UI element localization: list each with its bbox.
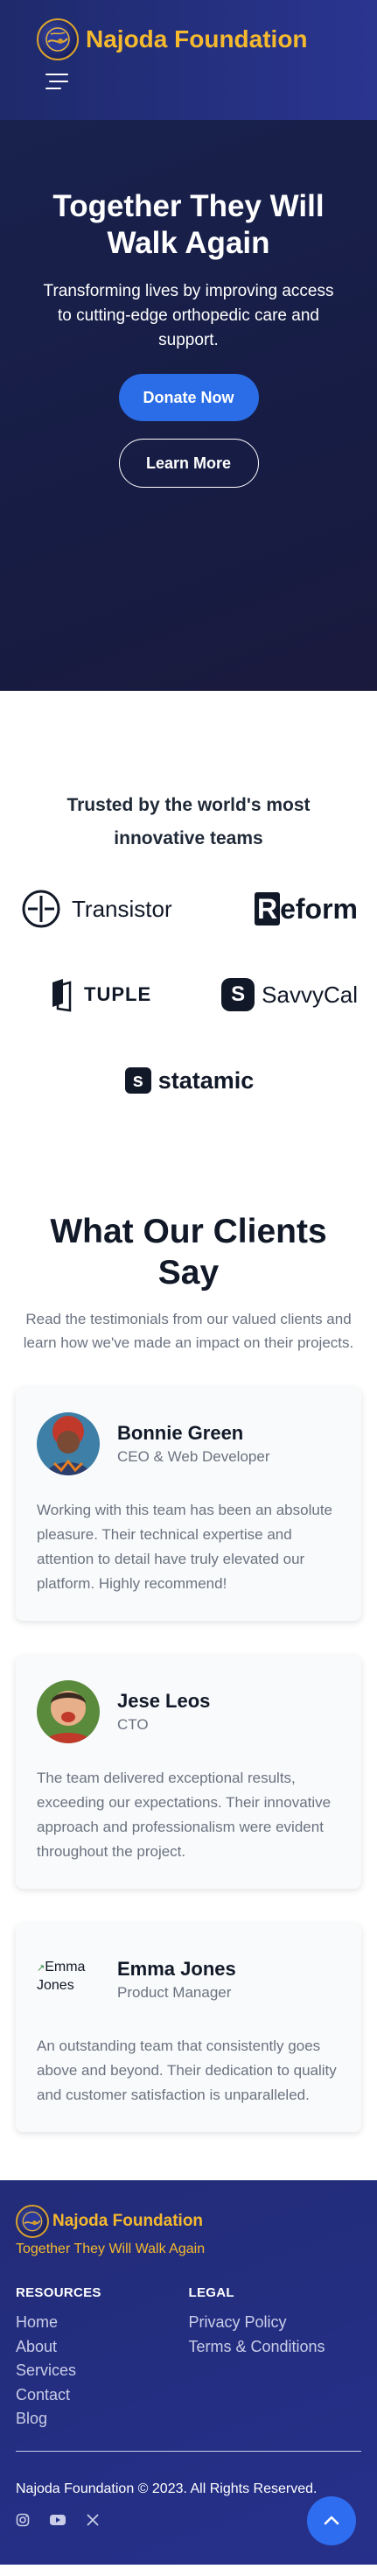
statamic-logo: s statamic	[21, 1059, 358, 1102]
footer-link-contact[interactable]: Contact	[16, 2383, 189, 2408]
footer-brand-name: Najoda Foundation	[52, 2212, 204, 2230]
testimonial-card: Jese Leos CTO The team delivered excepti…	[16, 1656, 361, 1889]
learn-more-button[interactable]: Learn More	[118, 439, 259, 488]
footer-link-blog[interactable]: Blog	[16, 2407, 189, 2432]
testimonial-quote: An outstanding team that consistently go…	[37, 2038, 337, 2103]
broken-image-icon: ↗	[37, 1963, 45, 1974]
hero-section: Together They Will Walk Again Transformi…	[0, 120, 377, 691]
tuple-icon	[52, 979, 72, 1012]
person-role: CTO	[117, 1716, 149, 1733]
copyright: Najoda Foundation © 2023. All Rights Res…	[16, 2481, 318, 2496]
hero-subtitle: Transforming lives by improving access t…	[43, 282, 334, 349]
scroll-to-top-button[interactable]	[307, 2496, 356, 2545]
resources-heading: RESOURCES	[16, 2285, 101, 2300]
testimonial-quote: Working with this team has been an absol…	[37, 1502, 332, 1592]
footer-tagline: Together They Will Walk Again	[16, 2242, 206, 2256]
statamic-icon: s	[124, 1067, 151, 1094]
globe-hand-logo	[16, 2205, 49, 2238]
person-name: Jese Leos	[117, 1690, 211, 1712]
hero-title: Together They Will Walk Again	[52, 189, 325, 260]
footer-link-privacy[interactable]: Privacy Policy	[189, 2311, 362, 2335]
footer-link-terms[interactable]: Terms & Conditions	[189, 2335, 362, 2360]
statamic-wordmark: statamic	[157, 1066, 255, 1094]
transistor-wordmark: Transistor	[72, 895, 172, 922]
tuple-logo: TUPLE	[21, 973, 175, 1017]
avatar-broken-image: ↗Emma Jones	[37, 1948, 100, 2011]
reform-logo: R eform	[213, 887, 358, 931]
testimonial-card: ↗Emma Jones Emma Jones Product Manager A…	[16, 1924, 361, 2132]
footer-link-services[interactable]: Services	[16, 2359, 189, 2383]
person-role: Product Manager	[117, 1984, 232, 2001]
testimonial-quote: The team delivered exceptional results, …	[37, 1770, 332, 1860]
reform-mark: R	[254, 892, 281, 926]
x-icon[interactable]	[86, 2513, 100, 2527]
legal-heading: LEGAL	[188, 2285, 234, 2300]
testimonials-subtitle: Read the testimonials from our valued cl…	[23, 1311, 354, 1351]
avatar-alt-text: Emma Jones	[37, 1960, 86, 1993]
tuple-wordmark: TUPLE	[84, 983, 152, 1005]
footer-columns: RESOURCES Home About Services Contact Bl…	[16, 2285, 361, 2432]
savvycal-icon: S	[221, 978, 255, 1011]
instagram-icon[interactable]	[16, 2513, 30, 2527]
transistor-logo: Transistor	[21, 887, 196, 931]
site-header: Najoda Foundation	[0, 0, 377, 120]
testimonial-card: Bonnie Green CEO & Web Developer Working…	[16, 1388, 361, 1621]
trusted-title: Trusted by the world's most innovative t…	[66, 795, 311, 848]
person-role: CEO & Web Developer	[117, 1448, 270, 1465]
globe-hand-logo	[37, 18, 79, 60]
hamburger-icon[interactable]	[45, 74, 68, 93]
footer-brand[interactable]: Najoda Foundation	[16, 2205, 361, 2238]
legal-column: LEGAL Privacy Policy Terms & Conditions	[189, 2285, 362, 2432]
savvycal-logo: S SavvyCal	[213, 973, 358, 1017]
chevron-up-icon	[324, 2516, 339, 2525]
transistor-icon	[22, 890, 60, 928]
footer-divider	[16, 2450, 361, 2452]
brand[interactable]: Najoda Foundation	[37, 18, 340, 61]
logo-grid: Transistor R eform TUPLE S SavvyCal s st…	[0, 855, 377, 1144]
avatar	[37, 1680, 100, 1743]
savvycal-wordmark: SavvyCal	[262, 981, 358, 1008]
donate-now-button[interactable]: Donate Now	[118, 374, 259, 421]
footer-link-about[interactable]: About	[16, 2335, 189, 2360]
testimonials-section: What Our Clients Say Read the testimonia…	[0, 1211, 377, 2180]
youtube-icon[interactable]	[49, 2513, 66, 2527]
footer-link-home[interactable]: Home	[16, 2311, 189, 2335]
testimonials-title: What Our Clients Say	[50, 1213, 327, 1292]
person-name: Emma Jones	[117, 1958, 236, 1980]
resources-column: RESOURCES Home About Services Contact Bl…	[16, 2285, 189, 2432]
brand-name: Najoda Foundation	[86, 25, 308, 53]
site-footer: Najoda Foundation Together They Will Wal…	[0, 2180, 377, 2565]
person-name: Bonnie Green	[117, 1422, 244, 1444]
trusted-section: Trusted by the world's most innovative t…	[0, 691, 377, 1211]
avatar	[37, 1412, 100, 1475]
reform-wordmark: eform	[280, 892, 358, 925]
